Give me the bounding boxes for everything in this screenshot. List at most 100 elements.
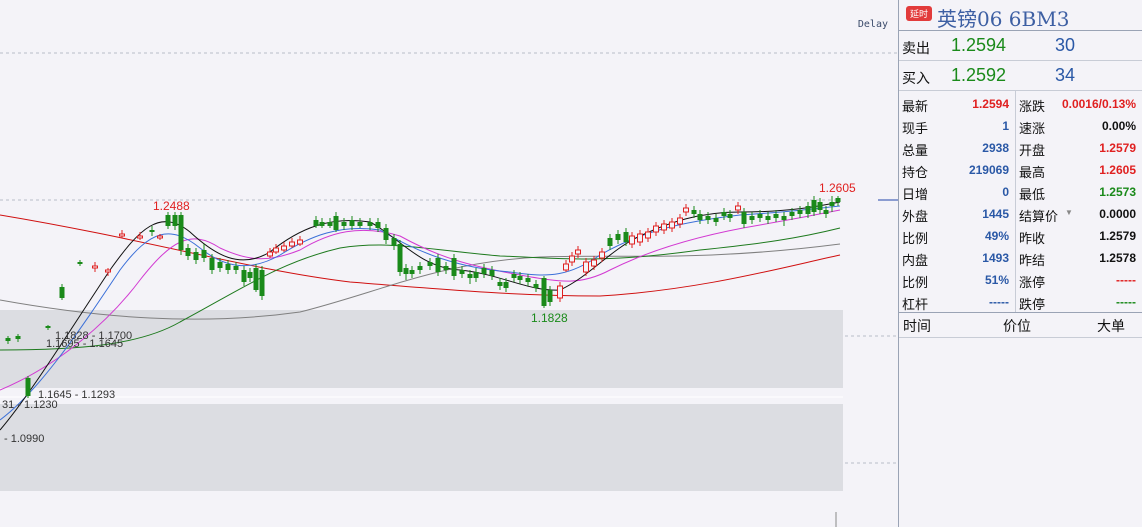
candle-body [149,230,155,232]
stat-row: 比例 49% [899,224,1015,246]
candle-body [435,258,441,272]
stat-row: 最高 1.2605 [1016,158,1142,180]
candle-body [765,216,771,220]
candle-body [241,270,247,282]
bid-price: 1.2592 [951,65,1007,85]
candle-body [797,210,803,214]
stats-table: 最新 1.2594 现手 1 总量 2938 持仓 219069 日增 0 外盘 1445 比例 49% 内… [899,91,1142,313]
candle-body [511,274,517,278]
stat-value: 51% [984,273,1009,287]
dropdown-arrow-icon[interactable]: ▼ [1065,208,1073,217]
candle-body [749,216,755,220]
stat-value: 0.0000 [1099,207,1136,221]
candlestick-chart-area[interactable]: Delay 1.2488 1.2605 1.1828 1.1828 - 1.17… [0,0,898,527]
stat-value: 219069 [968,163,1009,177]
candle-body [165,215,171,226]
candle-body [697,214,703,220]
stat-label: 总量 [902,143,929,158]
candle-body [811,200,817,212]
zone-label: - 1.0990 [4,433,45,445]
candle-body [451,258,457,276]
instrument-title[interactable]: 英镑06 6BM3 [937,3,1069,32]
candle-body [357,222,363,226]
candle-body [497,282,503,286]
candle-body [92,265,98,269]
stat-label: 比例 [902,231,929,246]
price-column-header: 价位 [1003,318,1031,334]
candle-body [313,220,319,226]
ask-volume: 30 [1055,35,1076,55]
stat-row: 跌停 ----- [1016,290,1142,312]
candle-body [403,268,409,274]
ask-row: 卖出 1.2594 30 [899,31,1142,61]
zone-label: 1.1695 - 1.1645 [46,338,124,350]
zone-label: 31 - 1.1230 [2,399,58,411]
candle-body [327,222,333,226]
candle-body [105,269,111,273]
stat-label: 现手 [902,121,929,136]
candle-body [193,252,199,260]
stat-row: 结算价 0.0000 ▼ [1016,202,1142,224]
candle-body [817,202,823,210]
stat-row: 杠杆 ----- [899,290,1015,312]
candlestick-chart[interactable] [0,0,898,527]
candle-body [217,262,223,268]
stat-row: 最新 1.2594 [899,92,1015,114]
candle-body [525,278,531,282]
stat-label: 杠杆 [902,297,929,312]
stat-value: 1.2579 [1099,229,1136,243]
stat-row: 持仓 219069 [899,158,1015,180]
stat-row: 昨结 1.2578 [1016,246,1142,268]
stat-value: 1445 [982,207,1009,221]
candle-body [383,228,389,240]
stat-label: 结算价 [1019,209,1059,224]
candle-body [591,259,597,267]
candle-body [735,205,741,211]
candle-body [157,235,163,239]
candle-body [473,272,479,278]
candle-body [59,287,65,298]
stat-value: 0.00% [1101,119,1136,133]
candle-body [683,207,689,213]
ask-price: 1.2594 [951,35,1007,55]
candle-body [653,225,659,233]
stat-row: 内盘 1493 [899,246,1015,268]
stat-value: 1.2578 [1099,251,1136,265]
stat-row: 日增 0 [899,180,1015,202]
candle-body [267,251,273,257]
candle-body [541,278,547,306]
stat-value: 1.2579 [1099,141,1136,155]
low-label: 1.1828 [531,311,568,325]
candle-body [645,231,651,239]
stat-label: 外盘 [902,209,929,224]
candle-body [661,223,667,231]
candle-body [273,247,279,253]
candle-body [669,221,675,229]
time-column-header: 时间 [903,318,931,334]
candle-body [557,285,563,299]
candle-body [77,262,83,264]
candle-body [741,212,747,224]
stat-value: 1493 [982,251,1009,265]
candle-body [319,222,325,226]
candle-body [341,222,347,226]
stat-value: 1.2605 [1099,163,1136,177]
stat-value: ----- [1116,295,1136,309]
candle-body [829,202,835,206]
candle-body [615,234,621,240]
candle-body [201,250,207,258]
candle-body [333,216,339,230]
candle-body [677,217,683,225]
candle-body [781,216,787,220]
candle-body [773,214,779,218]
stat-value: 1.2594 [972,97,1009,111]
moving-average-line [0,214,841,297]
candle-body [233,266,239,270]
stat-row: 速涨 0.00% [1016,114,1142,136]
candle-body [599,251,605,259]
stat-label: 比例 [902,275,929,290]
candle-body [349,220,355,226]
stat-row: 总量 2938 [899,136,1015,158]
candle-body [443,266,449,270]
stat-row: 昨收 1.2579 [1016,224,1142,246]
